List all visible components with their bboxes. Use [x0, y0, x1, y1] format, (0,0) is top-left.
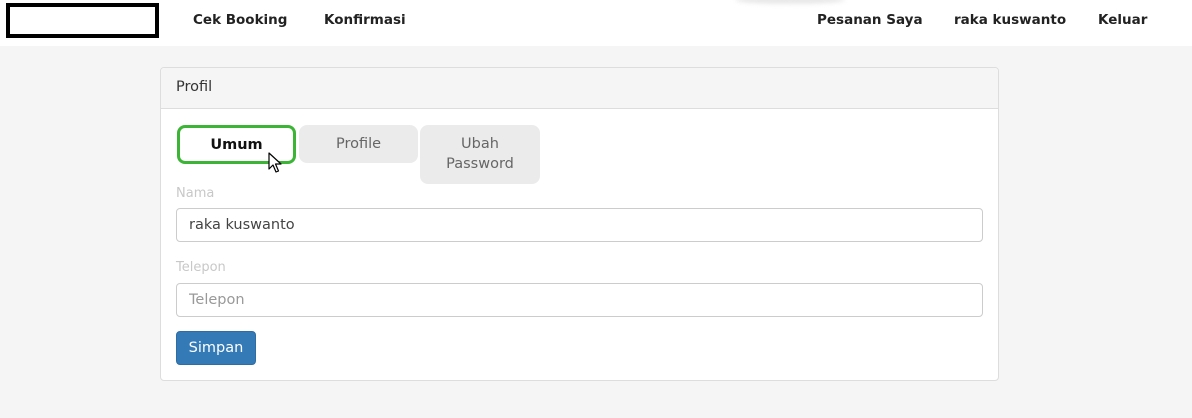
- nav-konfirmasi[interactable]: Konfirmasi: [324, 12, 406, 28]
- nav-cek-booking[interactable]: Cek Booking: [193, 12, 287, 28]
- mouse-pointer-icon: [268, 152, 282, 173]
- tab-ubah-password[interactable]: Ubah Password: [420, 125, 540, 184]
- logo[interactable]: [6, 3, 159, 38]
- nama-input[interactable]: [176, 208, 983, 242]
- nama-label: Nama: [176, 186, 215, 201]
- nav-pesanan-saya[interactable]: Pesanan Saya: [817, 12, 923, 28]
- nav-decoration: [735, 0, 845, 4]
- telepon-label: Telepon: [176, 260, 226, 275]
- tab-profile[interactable]: Profile: [299, 125, 418, 163]
- telepon-input[interactable]: [176, 283, 983, 317]
- nav-keluar[interactable]: Keluar: [1098, 12, 1147, 28]
- top-navbar: Cek Booking Konfirmasi Pesanan Saya raka…: [0, 0, 1192, 46]
- panel-title: Profil: [161, 68, 998, 109]
- profile-panel: Profil Umum Profile Ubah Password Nama T…: [160, 67, 999, 381]
- nav-user-name[interactable]: raka kuswanto: [954, 12, 1066, 28]
- simpan-button[interactable]: Simpan: [176, 331, 256, 365]
